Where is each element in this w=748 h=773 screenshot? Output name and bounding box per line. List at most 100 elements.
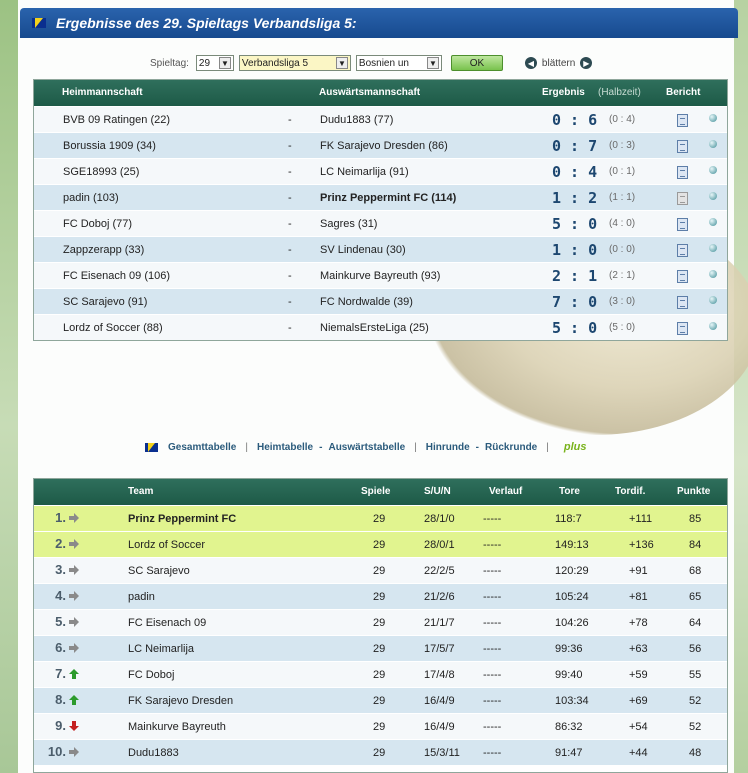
games-played: 29: [373, 721, 386, 733]
away-team-link[interactable]: LC Neimarlija (91): [320, 166, 409, 178]
live-ticker-icon[interactable]: [709, 244, 717, 252]
previous-arrow-icon[interactable]: ◀: [524, 57, 537, 69]
spiele-header: Spiele: [361, 486, 391, 497]
spieltag-select[interactable]: 29 ▼: [195, 55, 234, 71]
team-name-link[interactable]: FC Doboj: [128, 669, 174, 681]
report-document-icon[interactable]: [677, 192, 688, 205]
team-name-link[interactable]: FC Eisenach 09: [128, 617, 206, 629]
goals: 103:34: [555, 695, 589, 707]
goal-difference: +81: [629, 591, 648, 603]
rueckrunde-link[interactable]: Rückrunde: [485, 442, 537, 453]
report-document-icon[interactable]: [677, 296, 688, 309]
live-ticker-icon[interactable]: [709, 166, 717, 174]
standings-row: 2. Lordz of Soccer 29 28/0/1 ----- 149:13 +136…: [34, 531, 727, 557]
halftime-score: (2 : 1): [609, 270, 636, 281]
live-ticker-icon[interactable]: [709, 270, 717, 278]
report-document-icon[interactable]: [677, 270, 688, 283]
win-draw-loss: 21/2/6: [424, 591, 455, 603]
home-team-link[interactable]: Lordz of Soccer (88): [63, 322, 163, 334]
goal-difference: +44: [629, 747, 648, 759]
win-draw-loss: 21/1/7: [424, 617, 455, 629]
away-team-link[interactable]: Sagres (31): [320, 218, 377, 230]
points: 64: [689, 617, 702, 629]
goals: 91:47: [555, 747, 583, 759]
live-ticker-icon[interactable]: [709, 322, 717, 330]
team-name-link[interactable]: Mainkurve Bayreuth: [128, 721, 226, 733]
report-document-icon[interactable]: [677, 140, 688, 153]
goal-difference: +91: [629, 565, 648, 577]
live-ticker-icon[interactable]: [709, 140, 717, 148]
away-team-link[interactable]: Dudu1883 (77): [320, 114, 393, 126]
trend-same-arrow-icon: [69, 539, 79, 549]
report-document-icon[interactable]: [677, 166, 688, 179]
away-team-link[interactable]: FK Sarajevo Dresden (86): [320, 140, 448, 152]
match-separator: -: [288, 270, 292, 282]
tore-header: Tore: [559, 486, 580, 497]
home-team-link[interactable]: FC Eisenach 09 (106): [63, 270, 170, 282]
win-draw-loss: 28/0/1: [424, 539, 455, 551]
trend-up-arrow-icon: [69, 669, 79, 679]
points: 52: [689, 721, 702, 733]
goals: 120:29: [555, 565, 589, 577]
form-trend: -----: [483, 565, 502, 577]
section-header: Ergebnisse des 29. Spieltags Verbandslig…: [20, 8, 738, 38]
match-score: 1 : 2: [552, 189, 598, 207]
halftime-score: (0 : 1): [609, 166, 636, 177]
form-trend: -----: [483, 513, 502, 525]
away-team-link[interactable]: FC Nordwalde (39): [320, 296, 413, 308]
away-team-header: Auswärtsmannschaft: [319, 87, 421, 98]
away-team-link[interactable]: Mainkurve Bayreuth (93): [320, 270, 440, 282]
chevron-down-icon: ▼: [426, 57, 439, 69]
standings-table: Team Spiele S/U/N Verlauf Tore Tordif. P…: [33, 478, 728, 773]
home-team-link[interactable]: Borussia 1909 (34): [63, 140, 156, 152]
team-name-link[interactable]: Prinz Peppermint FC: [128, 513, 236, 525]
team-name-link[interactable]: SC Sarajevo: [128, 565, 190, 577]
gesamttabelle-link[interactable]: Gesamttabelle: [168, 442, 236, 453]
heimtabelle-link[interactable]: Heimtabelle: [257, 442, 313, 453]
home-team-link[interactable]: padin (103): [63, 192, 119, 204]
home-team-link[interactable]: FC Doboj (77): [63, 218, 132, 230]
home-team-link[interactable]: Zappzerapp (33): [63, 244, 144, 256]
live-ticker-icon[interactable]: [709, 296, 717, 304]
team-name-link[interactable]: LC Neimarlija: [128, 643, 194, 655]
away-team-link[interactable]: SV Lindenau (30): [320, 244, 406, 256]
home-team-link[interactable]: SC Sarajevo (91): [63, 296, 147, 308]
win-draw-loss: 16/4/9: [424, 721, 455, 733]
live-ticker-icon[interactable]: [709, 218, 717, 226]
trend-same-arrow-icon: [69, 747, 79, 757]
land-select[interactable]: Bosnien un ▼: [355, 55, 442, 71]
match-score: 5 : 0: [552, 215, 598, 233]
live-ticker-icon[interactable]: [709, 192, 717, 200]
team-name-link[interactable]: padin: [128, 591, 155, 603]
next-arrow-icon[interactable]: ▶: [580, 57, 593, 69]
ok-button[interactable]: OK: [450, 55, 503, 71]
team-name-link[interactable]: Dudu1883: [128, 747, 179, 759]
result-row: padin (103) - Prinz Peppermint FC (114) 1 :…: [34, 184, 727, 210]
trend-same-arrow-icon: [69, 617, 79, 627]
hinrunde-link[interactable]: Hinrunde: [426, 442, 470, 453]
games-played: 29: [373, 617, 386, 629]
live-ticker-icon[interactable]: [709, 114, 717, 122]
report-document-icon[interactable]: [677, 322, 688, 335]
spieltag-select-value: 29: [198, 57, 211, 69]
team-name-link[interactable]: FK Sarajevo Dresden: [128, 695, 233, 707]
points: 85: [689, 513, 702, 525]
team-name-link[interactable]: Lordz of Soccer: [128, 539, 205, 551]
liga-select[interactable]: Verbandsliga 5 ▼: [238, 55, 351, 71]
spieltag-label: Spieltag:: [150, 57, 189, 69]
away-team-link[interactable]: NiemalsErsteLiga (25): [320, 322, 429, 334]
rank-number: 4.: [55, 588, 66, 603]
page-title: Ergebnisse des 29. Spieltags Verbandslig…: [56, 15, 357, 31]
report-document-icon[interactable]: [677, 218, 688, 231]
auswaertstabelle-link[interactable]: Auswärtstabelle: [328, 442, 405, 453]
match-score: 2 : 1: [552, 267, 598, 285]
report-document-icon[interactable]: [677, 244, 688, 257]
points: 56: [689, 643, 702, 655]
points: 84: [689, 539, 702, 551]
home-team-link[interactable]: BVB 09 Ratingen (22): [63, 114, 170, 126]
home-team-link[interactable]: SGE18993 (25): [63, 166, 139, 178]
away-team-link[interactable]: Prinz Peppermint FC (114): [320, 192, 456, 204]
plus-link[interactable]: plus: [564, 441, 587, 453]
halftime-score: (0 : 3): [609, 140, 636, 151]
report-document-icon[interactable]: [677, 114, 688, 127]
